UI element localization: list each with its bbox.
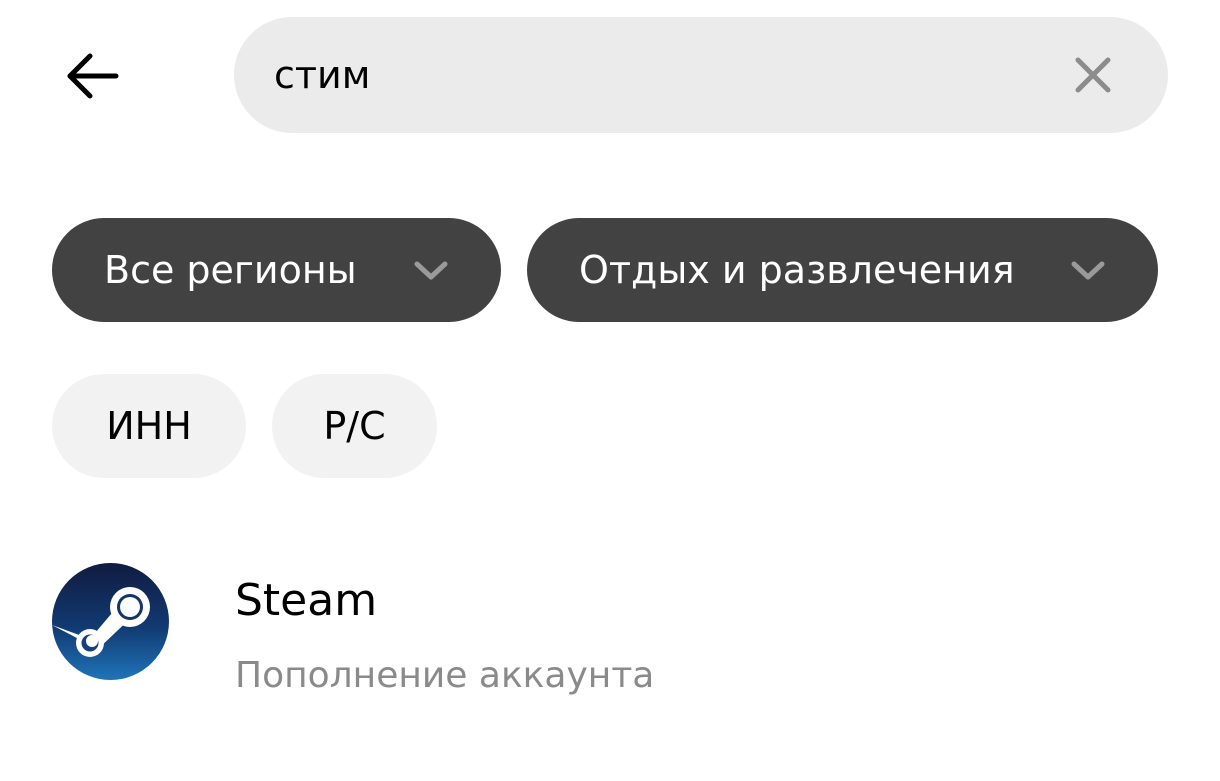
chip-inn[interactable]: ИНН [52, 374, 246, 478]
category-dropdown-label: Отдых и развлечения [579, 248, 1015, 292]
result-title: Steam [235, 575, 378, 626]
chevron-down-icon [414, 261, 448, 280]
steam-logo [52, 563, 169, 680]
chevron-down-icon [1071, 261, 1105, 280]
search-input[interactable] [274, 17, 1034, 133]
list-item[interactable]: Steam Пополнение аккаунта [52, 563, 1172, 696]
chip-rs[interactable]: Р/С [272, 374, 437, 478]
close-icon [1075, 57, 1111, 93]
category-dropdown[interactable]: Отдых и развлечения [527, 218, 1158, 322]
chip-rs-label: Р/С [323, 404, 386, 448]
result-subtitle: Пополнение аккаунта [235, 655, 655, 696]
region-dropdown-label: Все регионы [104, 248, 357, 292]
arrow-left-icon [67, 53, 119, 99]
search-bar [234, 17, 1168, 133]
chip-inn-label: ИНН [106, 404, 192, 448]
clear-search-button[interactable] [1068, 50, 1118, 100]
back-button[interactable] [52, 36, 132, 116]
region-dropdown[interactable]: Все регионы [52, 218, 501, 322]
